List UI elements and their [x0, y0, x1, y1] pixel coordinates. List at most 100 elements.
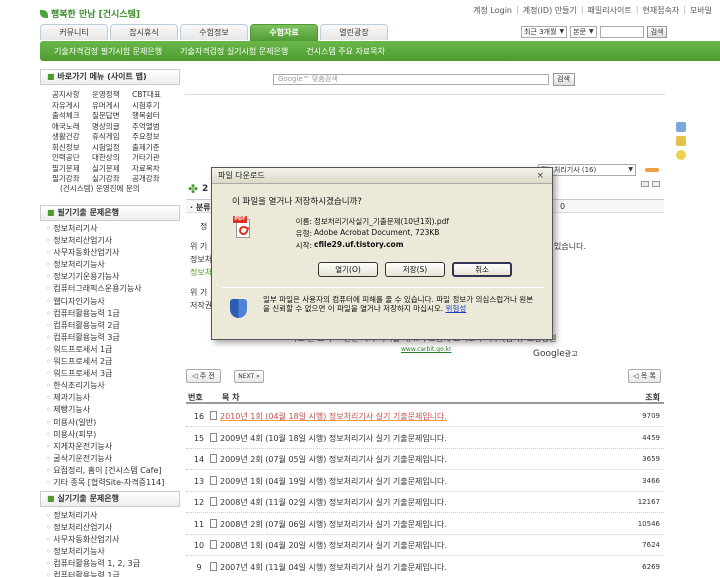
sidebar-item[interactable]: 사무자동화산업기사 — [46, 247, 164, 259]
quick-menu-item[interactable]: 실기문제 — [92, 164, 132, 174]
tab-break[interactable]: 잡시휴식 — [110, 24, 178, 40]
row-title[interactable]: 2010년 1회 (04월 18일 시행) 정보처리기사 실기 기출문제입니다. — [220, 411, 447, 422]
current-users-link[interactable]: 현재접속자 — [642, 5, 679, 16]
sidebar-item[interactable]: 컴퓨터활용능력 1급 — [46, 308, 164, 320]
table-row[interactable]: 10 2008년 1회 (04월 20일 시행) 정보처리기사 실기 기출문제입니… — [186, 534, 664, 556]
family-site-link[interactable]: 패밀리사이트 — [588, 5, 632, 16]
sidebar-item[interactable]: 컴퓨터활용능력 3급 — [46, 332, 164, 344]
sidebar-item[interactable]: 컴퓨터그래픽스운용기능사 — [46, 283, 164, 295]
quick-menu-item[interactable]: 인력공단 — [52, 153, 92, 163]
table-row[interactable]: 14 2009년 2회 (07월 05일 시행) 정보처리기사 실기 기출문제입니… — [186, 448, 664, 470]
quick-menu-item[interactable]: 기타기관 — [132, 153, 172, 163]
table-row[interactable]: 9 2007년 4회 (11월 04일 시행) 정보처리기사 실기 기출문제입니다… — [186, 556, 664, 577]
subnav-index[interactable]: 건시스템 주요 자료목차 — [306, 46, 385, 57]
quick-menu-item[interactable]: 출제기준 — [132, 143, 172, 153]
scope-select[interactable]: 본문 ▼ — [570, 26, 597, 38]
quick-menu-item[interactable]: 주요정보 — [132, 132, 172, 142]
google-search-button[interactable]: 검색 — [553, 73, 575, 86]
list-button[interactable]: ◁ 목 록 — [628, 369, 661, 383]
table-row[interactable]: 12 2008년 4회 (11월 02일 시행) 정보처리기사 실기 기출문제입니… — [186, 491, 664, 513]
close-icon[interactable]: × — [536, 169, 544, 184]
quick-menu-item[interactable]: 필기문제 — [52, 164, 92, 174]
tab-exam-info[interactable]: 수험정보 — [180, 24, 248, 40]
quick-menu-item[interactable]: 질문답변 — [92, 111, 132, 121]
sidebar-item[interactable]: 정보처리기사 — [46, 510, 140, 522]
quick-menu-item[interactable]: 추억앨범 — [132, 122, 172, 132]
site-logo[interactable]: 행복한 만남 [건시스템] — [40, 7, 140, 20]
quick-menu-item[interactable]: 시험일정 — [92, 143, 132, 153]
sidebar-item[interactable]: 정보처리기능사 — [46, 546, 140, 558]
open-button[interactable]: 열기(O) — [318, 262, 378, 277]
quick-menu-item[interactable]: 생활건강 — [52, 132, 92, 142]
sidebar-item[interactable]: 워드프로세서 2급 — [46, 356, 164, 368]
sidebar-item[interactable]: 사무자동화산업기사 — [46, 534, 140, 546]
table-row[interactable]: 15 2009년 4회 (10월 18일 시행) 정보처리기사 실기 기출문제입니… — [186, 427, 664, 449]
dialog-titlebar[interactable]: 파일 다운로드 × — [212, 168, 552, 184]
row-title[interactable]: 2009년 2회 (07월 05일 시행) 정보처리기사 실기 기출문제입니다. — [220, 454, 447, 465]
cancel-button[interactable]: 취소 — [452, 262, 512, 277]
quick-menu-note[interactable]: (건시스템) 운영진에 문의 — [60, 183, 140, 194]
table-row[interactable]: 11 2008년 2회 (07월 06일 시행) 정보처리기사 실기 기출문제입니… — [186, 513, 664, 535]
sidebar-item[interactable]: 컴퓨터활용능력 2급 — [46, 320, 164, 332]
sidebar-item[interactable]: 워드프로세서 1급 — [46, 344, 164, 356]
ad-url[interactable]: www.carbit.go.kr — [401, 346, 451, 353]
top-search-input[interactable] — [599, 26, 644, 38]
table-row[interactable]: 13 2009년 1회 (04월 19일 시행) 정보처리기사 실기 기출문제입니… — [186, 470, 664, 492]
quick-menu-item[interactable]: 행복쉼터 — [132, 111, 172, 121]
sidebar-item[interactable]: 컴퓨터활용능력 1, 2, 3급 — [46, 558, 140, 570]
prev-button[interactable]: ◁ 주 전 — [186, 369, 221, 383]
mobile-link[interactable]: 모바일 — [690, 5, 712, 16]
top-search-button[interactable]: 검색 — [646, 26, 668, 38]
sidebar-item[interactable]: 정보기기운용기능사 — [46, 271, 164, 283]
sidebar-item[interactable]: 기타 종목 [협력Site-자격증114] — [46, 477, 164, 489]
sidebar-item[interactable]: 미용사(피부) — [46, 429, 164, 441]
sidebar-item[interactable]: 요점정리, 홈이 [건시스템 Cafe] — [46, 465, 164, 477]
login-link[interactable]: 계정 Login — [473, 5, 512, 16]
table-row[interactable]: 16 2010년 1회 (04월 18일 시행) 정보처리기사 실기 기출문제입니… — [186, 405, 664, 427]
quick-menu-item[interactable]: 유머게시 — [92, 101, 132, 111]
quick-menu-item[interactable]: CBT대표 — [132, 90, 172, 100]
google-search-input[interactable]: Google™ 맞춤검색 — [273, 74, 549, 85]
quick-menu-item[interactable]: 휴식게임 — [92, 132, 132, 142]
subnav-written[interactable]: 기술자격검정 필기시험 문제은행 — [54, 46, 162, 57]
quick-menu-item[interactable]: 애국노래 — [52, 122, 92, 132]
row-title[interactable]: 2008년 2회 (07월 06일 시행) 정보처리기사 실기 기출문제입니다. — [220, 519, 447, 530]
mail-icon[interactable] — [652, 181, 660, 187]
quick-menu-item[interactable]: 출석체크 — [52, 111, 92, 121]
next-button[interactable]: NEXT » — [234, 370, 264, 383]
quick-menu-item[interactable]: 명상의글 — [92, 122, 132, 132]
row-title[interactable]: 2009년 1회 (04월 19일 시행) 정보처리기사 실기 기출문제입니다. — [220, 476, 447, 487]
sidebar-item[interactable]: 워드프로세서 3급 — [46, 368, 164, 380]
quick-menu-item[interactable]: 대한상의 — [92, 153, 132, 163]
sidebar-item[interactable]: 지게차운전기능사 — [46, 441, 164, 453]
period-select[interactable]: 최근 3개월 ▼ — [521, 26, 568, 38]
sidebar-item[interactable]: 미용사(일반) — [46, 417, 164, 429]
quick-menu-item[interactable]: 운영정책 — [92, 90, 132, 100]
quick-menu-item[interactable]: 시험후기 — [132, 101, 172, 111]
sidebar-item[interactable]: 정보처리기사 — [46, 223, 164, 235]
risk-link[interactable]: 위험성 — [446, 304, 467, 313]
row-title[interactable]: 2008년 1회 (04월 20일 시행) 정보처리기사 실기 기출문제입니다. — [220, 540, 447, 551]
bookmark-icon[interactable] — [676, 122, 686, 132]
subnav-practical[interactable]: 기술자격검정 실기시험 문제은행 — [180, 46, 288, 57]
signup-link[interactable]: 계정(ID) 만들기 — [523, 5, 577, 16]
sidebar-item[interactable]: 정보처리기능사 — [46, 259, 164, 271]
quick-menu-item[interactable]: 회신정보 — [52, 143, 92, 153]
sidebar-item[interactable]: 정보처리산업기사 — [46, 235, 164, 247]
tab-community[interactable]: 커뮤니티 — [40, 24, 108, 40]
star-icon[interactable] — [676, 136, 686, 146]
quick-menu-item[interactable]: 자료목차 — [132, 164, 172, 174]
sidebar-item[interactable]: 굴삭기운전기능사 — [46, 453, 164, 465]
sidebar-item[interactable]: 제빵기능사 — [46, 404, 164, 416]
row-title[interactable]: 2008년 4회 (11월 02일 시행) 정보처리기사 실기 기출문제입니다. — [220, 497, 447, 508]
sidebar-item[interactable]: 웹디자인기능사 — [46, 296, 164, 308]
sidebar-item[interactable]: 제과기능사 — [46, 392, 164, 404]
row-title[interactable]: 2009년 4회 (10월 18일 시행) 정보처리기사 실기 기출문제입니다. — [220, 433, 447, 444]
print-icon[interactable] — [641, 181, 649, 187]
row-title[interactable]: 2007년 4회 (11월 04일 시행) 정보처리기사 실기 기출문제입니다. — [220, 562, 447, 573]
sidebar-item[interactable]: 정보처리산업기사 — [46, 522, 140, 534]
quick-menu-item[interactable]: 자유게시 — [52, 101, 92, 111]
lightbulb-icon[interactable] — [676, 150, 686, 160]
sidebar-item[interactable]: 한식조리기능사 — [46, 380, 164, 392]
save-button[interactable]: 저장(S) — [385, 262, 445, 277]
